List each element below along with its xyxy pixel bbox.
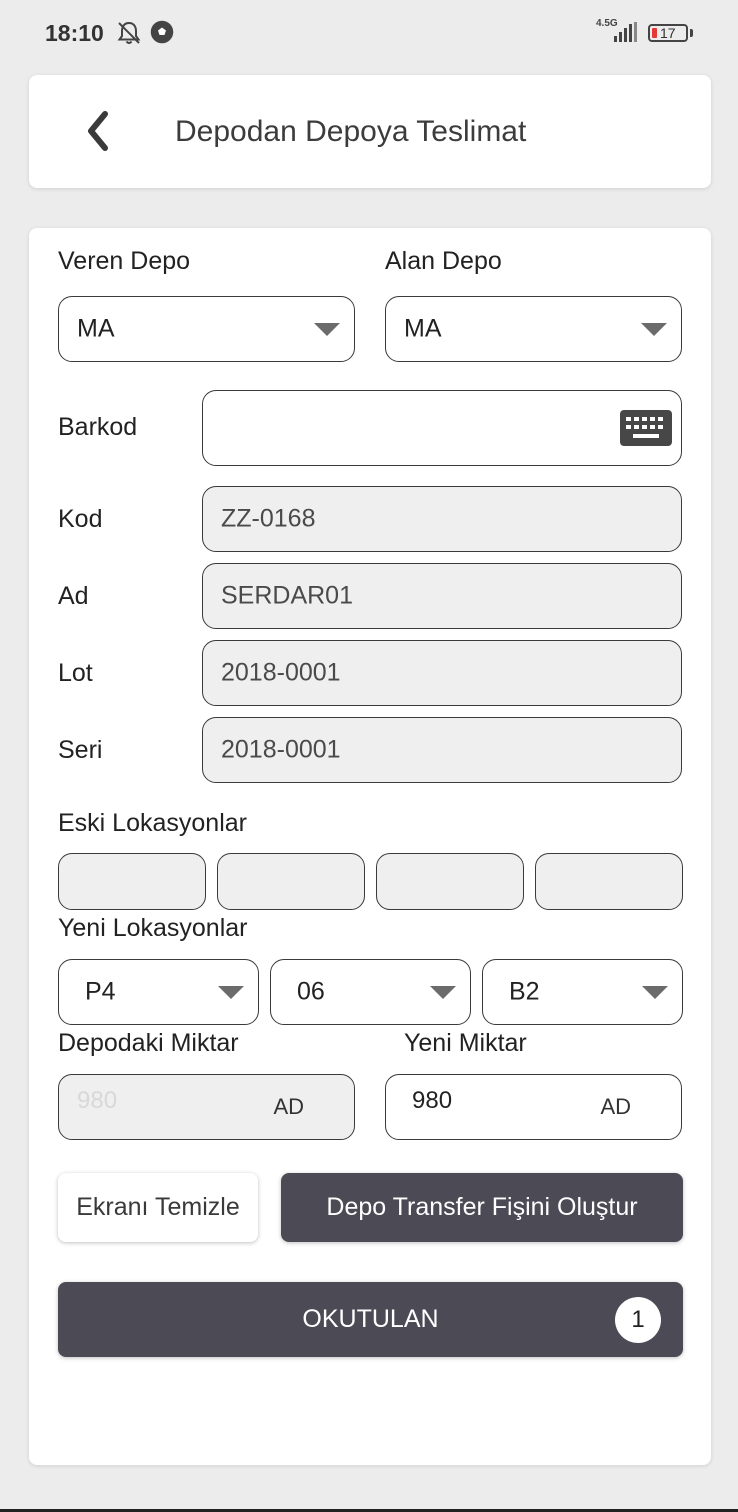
new-quantity-input[interactable]: 980 AD xyxy=(385,1074,682,1140)
scanned-count-badge: 1 xyxy=(615,1296,661,1343)
battery-icon: 17 xyxy=(648,24,688,42)
source-warehouse-select[interactable]: MA xyxy=(58,296,355,362)
scanned-items-button[interactable]: OKUTULAN 1 xyxy=(58,1282,683,1357)
bell-off-icon xyxy=(116,20,142,51)
new-quantity-unit: AD xyxy=(600,1094,631,1119)
new-location-value-1: P4 xyxy=(85,977,116,1006)
old-location-field-1 xyxy=(58,853,206,910)
target-warehouse-select[interactable]: MA xyxy=(385,296,682,362)
new-location-select-3[interactable]: B2 xyxy=(482,959,683,1025)
source-warehouse-value: MA xyxy=(77,314,115,343)
stock-quantity-field: 980 AD xyxy=(58,1074,355,1140)
status-time: 18:10 xyxy=(45,20,104,46)
old-locations-label: Eski Lokasyonlar xyxy=(58,809,247,837)
chevron-left-icon xyxy=(88,111,108,151)
old-location-field-3 xyxy=(376,853,524,910)
back-button[interactable] xyxy=(81,108,121,154)
football-icon xyxy=(150,20,174,49)
scanned-items-label: OKUTULAN xyxy=(302,1305,439,1333)
form-card: Veren Depo Alan Depo MA MA Barkod Kod ZZ… xyxy=(29,228,711,1465)
seri-value: 2018-0001 xyxy=(221,735,341,764)
dropdown-arrow-icon xyxy=(314,323,340,336)
seri-label: Seri xyxy=(58,736,103,764)
battery-text: 17 xyxy=(660,25,676,41)
barcode-input[interactable] xyxy=(202,390,682,466)
lot-label: Lot xyxy=(58,659,93,687)
dropdown-arrow-icon xyxy=(218,986,244,999)
stock-quantity-value: 980 xyxy=(77,1086,118,1114)
new-location-value-3: B2 xyxy=(509,977,540,1006)
target-warehouse-label: Alan Depo xyxy=(385,247,502,275)
seri-field: 2018-0001 xyxy=(202,717,682,783)
ad-value: SERDAR01 xyxy=(221,581,353,610)
keyboard-icon[interactable] xyxy=(619,409,673,447)
source-warehouse-label: Veren Depo xyxy=(58,247,191,275)
new-location-select-2[interactable]: 06 xyxy=(270,959,471,1025)
new-location-value-2: 06 xyxy=(297,977,325,1006)
new-locations-label: Yeni Lokasyonlar xyxy=(58,914,248,942)
clear-screen-button[interactable]: Ekranı Temizle xyxy=(58,1173,258,1242)
old-location-field-2 xyxy=(217,853,365,910)
new-location-select-1[interactable]: P4 xyxy=(58,959,259,1025)
dropdown-arrow-icon xyxy=(641,323,667,336)
status-bar: 18:10 4.5G 17 xyxy=(0,0,738,68)
signal-icon xyxy=(614,22,637,42)
new-quantity-label: Yeni Miktar xyxy=(404,1029,527,1057)
battery-level xyxy=(652,28,657,38)
old-location-field-4 xyxy=(535,853,683,910)
dropdown-arrow-icon xyxy=(642,986,668,999)
kod-value: ZZ-0168 xyxy=(221,504,316,533)
stock-quantity-label: Depodaki Miktar xyxy=(58,1029,239,1057)
lot-field: 2018-0001 xyxy=(202,640,682,706)
target-warehouse-value: MA xyxy=(404,314,442,343)
kod-label: Kod xyxy=(58,505,103,533)
page-title: Depodan Depoya Teslimat xyxy=(175,115,527,148)
barcode-label: Barkod xyxy=(58,413,138,441)
battery-tip xyxy=(690,29,693,37)
dropdown-arrow-icon xyxy=(430,986,456,999)
kod-field: ZZ-0168 xyxy=(202,486,682,552)
ad-label: Ad xyxy=(58,582,89,610)
create-transfer-slip-button[interactable]: Depo Transfer Fişini Oluştur xyxy=(281,1173,683,1242)
ad-field: SERDAR01 xyxy=(202,563,682,629)
header-card: Depodan Depoya Teslimat xyxy=(29,75,711,188)
stock-quantity-unit: AD xyxy=(273,1094,304,1119)
new-quantity-value: 980 xyxy=(412,1086,453,1114)
lot-value: 2018-0001 xyxy=(221,658,341,687)
